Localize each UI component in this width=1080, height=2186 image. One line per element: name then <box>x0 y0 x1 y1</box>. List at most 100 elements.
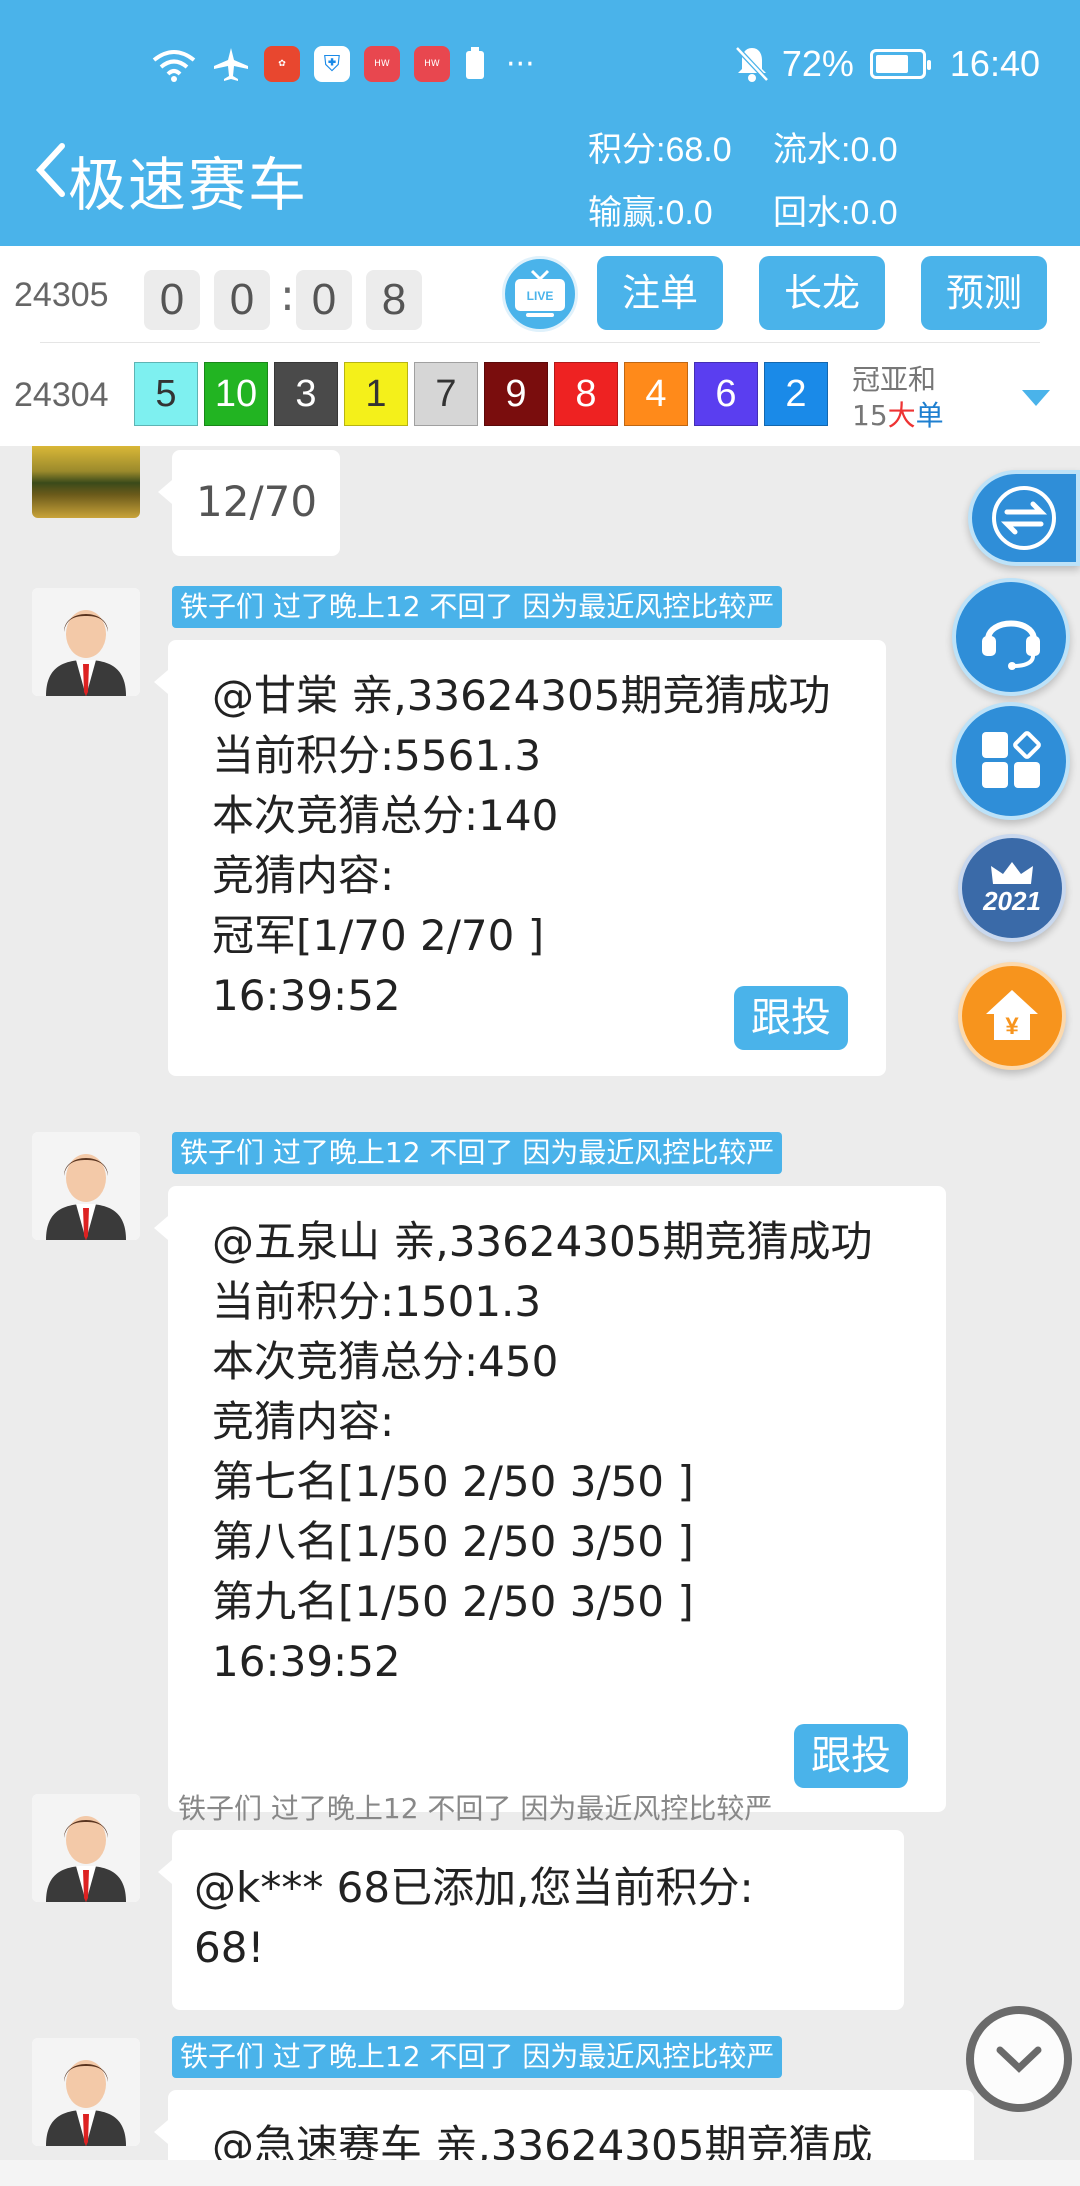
result-ball: 10 <box>204 362 268 426</box>
battery-percent: 72% <box>781 43 854 84</box>
message-line: 12/70 <box>196 477 318 526</box>
last-result-row: 24304 5 10 3 1 7 9 8 4 6 2 冠亚和 15大单 <box>0 352 1080 446</box>
result-ball: 5 <box>134 362 198 426</box>
svg-text:¥: ¥ <box>1005 1013 1019 1040</box>
result-ball: 6 <box>694 362 758 426</box>
person-avatar-icon <box>32 2038 140 2146</box>
message-line: 本次竞猜总分:450 <box>212 1337 559 1386</box>
flow-stat: 流水:0.0 <box>773 131 898 169</box>
current-period: 24305 <box>14 276 109 314</box>
sum-odd: 单 <box>915 399 944 432</box>
notice-banner: 铁子们 过了晚上12 不回了 因为最近风控比较严 <box>172 2036 783 2078</box>
sum-info: 冠亚和 15大单 <box>852 362 944 434</box>
long-dragon-button[interactable]: 长龙 <box>759 256 885 330</box>
notice-text: 铁子们 过了晚上12 不回了 因为最近风控比较严 <box>178 1792 773 1825</box>
message-line: 当前积分:5561.3 <box>212 731 542 780</box>
status-icons-right: 72% 16:40 <box>734 43 1040 85</box>
2021-event-button[interactable]: 2021 <box>958 834 1066 942</box>
follow-bet-button[interactable]: 跟投 <box>734 986 848 1050</box>
back-arrow-icon[interactable] <box>30 140 70 200</box>
account-stats: 积分:68.0 流水:0.0 输赢:0.0 回水:0.0 <box>588 122 1048 234</box>
app-notification-icon: ✿ <box>264 46 300 82</box>
person-avatar-icon <box>32 1794 140 1902</box>
result-ball: 4 <box>624 362 688 426</box>
result-ball: 3 <box>274 362 338 426</box>
bottom-bar <box>0 2160 1080 2186</box>
result-ball: 2 <box>764 362 828 426</box>
avatar[interactable] <box>32 2038 140 2146</box>
message-bubble: @五泉山 亲,33624305期竞猜成功 当前积分:1501.3 本次竞猜总分:… <box>154 1186 946 1812</box>
apps-menu-button[interactable] <box>952 702 1070 820</box>
person-avatar-icon <box>32 588 140 696</box>
avatar[interactable] <box>32 1794 140 1902</box>
message-line: 第七名[1/50 2/50 3/50 ] <box>212 1457 694 1506</box>
airplane-icon <box>214 48 248 81</box>
chevron-down-icon <box>996 2046 1042 2073</box>
notice-banner: 铁子们 过了晚上12 不回了 因为最近风控比较严 <box>172 586 783 628</box>
house-yuan-icon: ¥ <box>986 990 1038 1040</box>
message-line: 16:39:52 <box>212 1637 401 1686</box>
message-line: 冠军[1/70 2/70 ] <box>212 911 545 960</box>
scroll-down-button[interactable] <box>966 2006 1072 2112</box>
more-status-icon: ··· <box>506 46 535 82</box>
message-line: 竞猜内容: <box>212 851 395 900</box>
sum-big: 大 <box>887 399 916 432</box>
countdown-row: 24305 0 0 : 0 8 LIVE 注单 长龙 预测 <box>0 246 1080 352</box>
sum-label: 冠亚和 <box>852 363 937 396</box>
sim-icon <box>466 47 484 79</box>
avatar[interactable] <box>32 1132 140 1240</box>
predict-button[interactable]: 预测 <box>921 256 1047 330</box>
grid-apps-icon <box>982 731 1041 788</box>
sum-value: 15 <box>852 399 888 432</box>
battery-icon <box>869 49 931 79</box>
crown-icon <box>991 861 1033 884</box>
rebate-stat: 回水:0.0 <box>773 194 898 232</box>
message-line: 68! <box>194 1923 265 1972</box>
countdown-digit: 0 <box>214 270 270 330</box>
message-line: 第八名[1/50 2/50 3/50 ] <box>212 1517 694 1566</box>
result-ball: 1 <box>344 362 408 426</box>
row-divider <box>40 342 1040 343</box>
clock: 16:40 <box>949 43 1040 84</box>
result-ball: 7 <box>414 362 478 426</box>
wifi-icon <box>152 50 196 82</box>
avatar[interactable] <box>32 446 140 518</box>
follow-bet-button[interactable]: 跟投 <box>794 1724 908 1788</box>
shield-icon: ⛨ <box>314 46 350 82</box>
message-bubble: 12/70 <box>158 450 340 556</box>
countdown-digit: 8 <box>366 270 422 330</box>
message-bubble: @k*** 68已添加,您当前积分: 68! <box>158 1830 904 2010</box>
top-header: ✿ ⛨ HW HW ··· 72% 16:40 极速赛车 积分:68.0 流水:… <box>0 0 1080 246</box>
headset-icon <box>982 620 1040 670</box>
win-loss-stat: 输赢:0.0 <box>588 194 713 232</box>
message-line: @急速赛车 亲,33624305期竞猜成 <box>212 2121 873 2160</box>
message-line: 竞猜内容: <box>212 1397 395 1446</box>
result-ball: 9 <box>484 362 548 426</box>
huawei-icon: HW <box>364 46 400 82</box>
battery-fill <box>875 55 908 73</box>
message-line: 本次竞猜总分:140 <box>212 791 559 840</box>
history-dropdown-icon[interactable] <box>1022 390 1050 406</box>
swap-arrows-icon <box>992 486 1056 550</box>
status-icons-left: ✿ ⛨ HW HW ··· <box>150 46 535 82</box>
message-line: @甘棠 亲,33624305期竞猜成功 <box>212 671 831 720</box>
countdown-digit: 0 <box>144 270 200 330</box>
message-line: @五泉山 亲,33624305期竞猜成功 <box>212 1217 873 1266</box>
message-bubble: @急速赛车 亲,33624305期竞猜成 <box>154 2090 974 2160</box>
top-up-button[interactable]: ¥ <box>958 962 1066 1070</box>
switch-room-button[interactable] <box>968 470 1080 566</box>
last-period: 24304 <box>14 376 109 414</box>
app-root: ✿ ⛨ HW HW ··· 72% 16:40 极速赛车 积分:68.0 流水:… <box>0 0 1080 2186</box>
tv-icon: LIVE <box>515 269 565 317</box>
bet-slip-button[interactable]: 注单 <box>597 256 723 330</box>
person-avatar-icon <box>32 1132 140 1240</box>
chat-area[interactable]: 12/70 铁子们 过了晚上12 不回了 因为最近风控比较严 @甘棠 亲,336… <box>0 446 1080 2160</box>
svg-text:LIVE: LIVE <box>527 289 554 303</box>
countdown-digit: 0 <box>296 270 352 330</box>
customer-service-button[interactable] <box>952 578 1070 696</box>
avatar[interactable] <box>32 588 140 696</box>
message-line: 当前积分:1501.3 <box>212 1277 542 1326</box>
notice-banner: 铁子们 过了晚上12 不回了 因为最近风控比较严 <box>172 1132 783 1174</box>
live-tv-button[interactable]: LIVE <box>502 256 578 332</box>
year-badge: 2021 <box>983 885 1041 916</box>
